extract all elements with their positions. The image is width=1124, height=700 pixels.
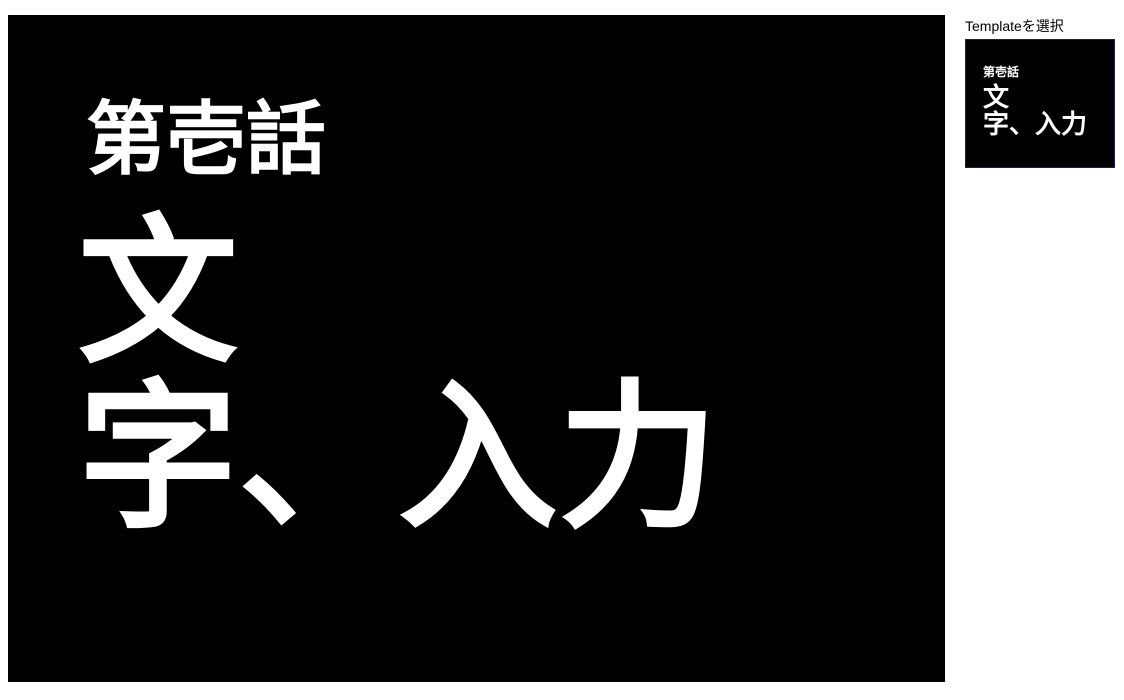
thumbnail-title-line: 字、入力 (983, 110, 1088, 140)
preview-title: 文 字、入力 (78, 210, 718, 540)
thumbnail-episode-subtitle: 第壱話 (983, 65, 1020, 79)
preview-episode-subtitle: 第壱話 (86, 92, 326, 186)
thumbnail-title-line: 文 (983, 83, 1010, 113)
title-card-preview: 第壱話 文 字、入力 (8, 15, 945, 682)
preview-title-line: 文 (78, 198, 239, 386)
thumbnail-title: 文 字、入力 (983, 85, 1087, 139)
preview-title-line: 字、入力 (78, 363, 719, 551)
template-select-label: Templateを選択 (965, 18, 1064, 34)
template-selector: Templateを選択 第壱話 文 字、入力 (965, 16, 1117, 168)
template-thumbnail[interactable]: 第壱話 文 字、入力 (965, 39, 1115, 168)
title-card-editor: 第壱話 文 字、入力 Templateを選択 第壱話 文 字、入力 (0, 0, 1124, 700)
